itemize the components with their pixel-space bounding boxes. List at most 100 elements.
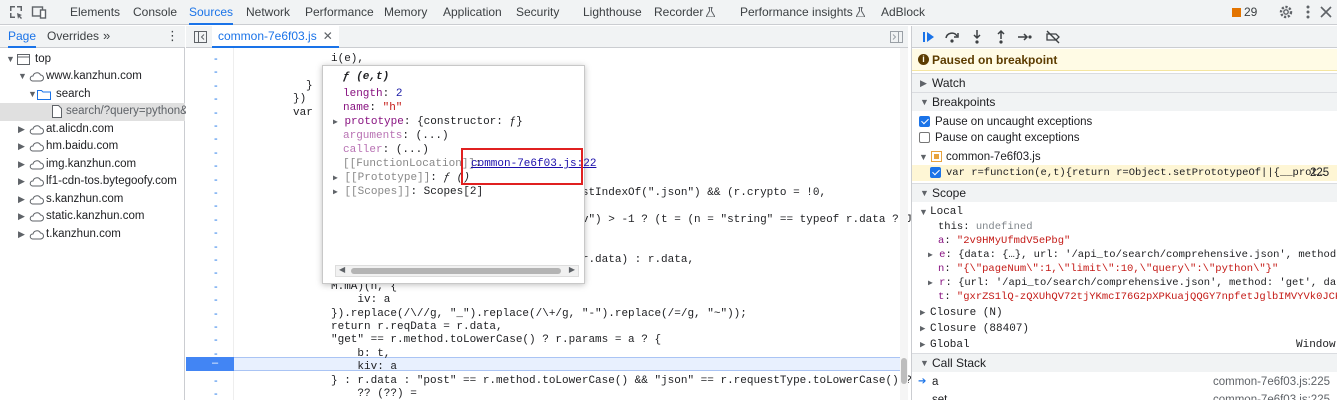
line-gutter[interactable]: -------------------------- [186,48,234,400]
pause-caught-option[interactable]: Pause on caught exceptions [912,130,1337,146]
tree-item-folder[interactable]: ▼ search [0,86,185,104]
code-line[interactable]: return r.reqData = r.data, [331,321,503,334]
tab-overrides[interactable]: Overrides [47,26,99,48]
gutter-line-marker[interactable]: - [214,107,222,120]
tab-recorder[interactable]: Recorder [654,0,716,25]
pause-uncaught-checkbox[interactable] [919,116,930,127]
scope-var-this[interactable]: this: undefined [938,220,1033,234]
popover-row-expandable[interactable]: ▶ [[Scopes]]: Scopes[2] [333,185,483,199]
gutter-line-marker[interactable]: - [214,53,222,66]
tab-elements[interactable]: Elements [70,0,120,25]
call-stack-section-header[interactable]: ▼ Call Stack [912,353,1337,372]
code-line[interactable]: }) [293,93,306,106]
gutter-line-marker[interactable]: - [214,187,222,200]
gutter-line-marker[interactable]: - [214,241,222,254]
gutter-line-marker[interactable]: - [214,388,222,400]
code-line[interactable]: kiv: a [331,361,397,374]
step-out-icon[interactable] [993,29,1009,45]
inspect-element-icon[interactable] [8,4,24,20]
editor-file-tab[interactable]: common-7e6f03.js ✕ [212,26,339,48]
code-line[interactable]: } [306,80,313,93]
settings-gear-icon[interactable] [1278,4,1294,20]
popover-row[interactable]: arguments: (...) [343,129,449,143]
resume-icon[interactable] [920,29,936,45]
breakpoints-section-header[interactable]: ▼ Breakpoints [912,92,1337,111]
deactivate-breakpoints-icon[interactable] [1045,29,1061,45]
editor-scrollbar[interactable] [900,48,908,400]
tab-adblock[interactable]: AdBlock [881,0,925,25]
gutter-line-marker[interactable]: - [214,147,222,160]
execution-line-marker[interactable]: – [186,357,234,371]
tree-item-domain[interactable]: ▶ lf1-cdn-tos.bytegoofy.com [0,173,185,191]
breakpoint-file-group[interactable]: ▼ common-7e6f03.js [912,149,1337,165]
popover-row-expandable[interactable]: ▶ [[Prototype]]: ƒ () [333,171,470,185]
scope-closure-n[interactable]: ▶ Closure (N) [912,305,1337,321]
popover-row[interactable]: caller: (...) [343,143,429,157]
step-icon[interactable] [1017,29,1033,45]
close-tab-icon[interactable]: ✕ [323,29,333,43]
code-line[interactable]: b: t, [331,348,390,361]
popover-row-expandable[interactable]: ▶ prototype: {constructor: ƒ} [333,115,523,129]
scope-section-header[interactable]: ▼ Scope [912,183,1337,202]
gutter-line-marker[interactable]: - [214,80,222,93]
step-into-icon[interactable] [969,29,985,45]
scope-closure-88407[interactable]: ▶ Closure (88407) [912,321,1337,337]
scope-global[interactable]: ▶ Global Window [912,337,1337,353]
code-line[interactable]: "get" == r.method.toLowerCase() ? r.para… [331,334,661,347]
gutter-line-marker[interactable]: - [214,133,222,146]
call-frame[interactable]: set common-7e6f03.js:225 [912,392,1337,400]
scroll-thumb[interactable] [351,268,561,274]
toggle-debugger-icon[interactable] [890,31,903,43]
gutter-line-marker[interactable]: - [214,93,222,106]
gutter-line-marker[interactable]: - [214,375,222,388]
tree-item-domain[interactable]: ▶ t.kanzhun.com [0,226,185,244]
scope-var-a[interactable]: a: "2v9HMyUfmdV5ePbg" [938,234,1070,248]
scroll-right-icon[interactable]: ▶ [569,265,575,274]
code-line[interactable]: } : r.data : "post" == r.method.toLowerC… [331,375,978,388]
tree-item-domain[interactable]: ▶ s.kanzhun.com [0,191,185,209]
gutter-line-marker[interactable]: - [214,227,222,240]
pause-caught-checkbox[interactable] [919,132,930,143]
gutter-line-marker[interactable]: - [214,120,222,133]
tab-performance[interactable]: Performance [305,0,374,25]
popover-horizontal-scrollbar[interactable]: ◀ ▶ [335,265,579,277]
tab-memory[interactable]: Memory [384,0,427,25]
breakpoint-checkbox[interactable] [930,167,941,178]
gutter-line-marker[interactable]: - [214,254,222,267]
gutter-line-marker[interactable]: - [214,334,222,347]
close-devtools-icon[interactable] [1318,4,1334,20]
tree-item-domain[interactable]: ▶ static.kanzhun.com [0,208,185,226]
breakpoint-entry[interactable]: var r=function(e,t){return r=Object.setP… [912,165,1337,181]
gutter-line-marker[interactable]: - [214,66,222,79]
scope-var-e[interactable]: ▶ e: {data: {…}, url: '/api_to/search/co… [928,248,1337,262]
call-frame-current[interactable]: ➔ a common-7e6f03.js:225 [912,374,1337,390]
gutter-line-marker[interactable]: - [214,321,222,334]
step-over-icon[interactable] [944,29,960,45]
device-toolbar-icon[interactable] [31,4,47,20]
scroll-left-icon[interactable]: ◀ [339,265,345,274]
gutter-line-marker[interactable]: - [214,281,222,294]
tab-application[interactable]: Application [443,0,502,25]
tree-item-domain[interactable]: ▶ at.alicdn.com [0,121,185,139]
gutter-line-marker[interactable]: - [214,267,222,280]
navigator-menu-icon[interactable]: ⋮ [166,26,179,48]
gutter-line-marker[interactable]: - [214,200,222,213]
pause-uncaught-option[interactable]: Pause on uncaught exceptions [912,114,1337,130]
scroll-thumb[interactable] [901,358,907,384]
tree-item-domain[interactable]: ▶ img.kanzhun.com [0,156,185,174]
scope-var-n[interactable]: n: "{\"pageNum\":1,\"limit\":10,\"query\… [938,262,1278,276]
code-line[interactable]: iv: a [331,294,390,307]
issues-counter[interactable]: 29 [1232,0,1257,25]
gutter-line-marker[interactable]: - [214,160,222,173]
code-line[interactable]: ?? (??) = [331,388,416,400]
tree-item-file-selected[interactable]: search/?query=python&t [0,103,191,121]
gutter-line-marker[interactable]: - [214,174,222,187]
tab-sources[interactable]: Sources [189,0,234,25]
tab-console[interactable]: Console [133,0,177,25]
tab-performance-insights[interactable]: Performance insights [740,0,865,25]
more-options-icon[interactable] [1300,4,1316,20]
tree-item-domain[interactable]: ▶ hm.baidu.com [0,138,185,156]
gutter-line-marker[interactable]: - [214,308,222,321]
code-line[interactable]: var [293,107,313,120]
tab-network[interactable]: Network [246,0,290,25]
